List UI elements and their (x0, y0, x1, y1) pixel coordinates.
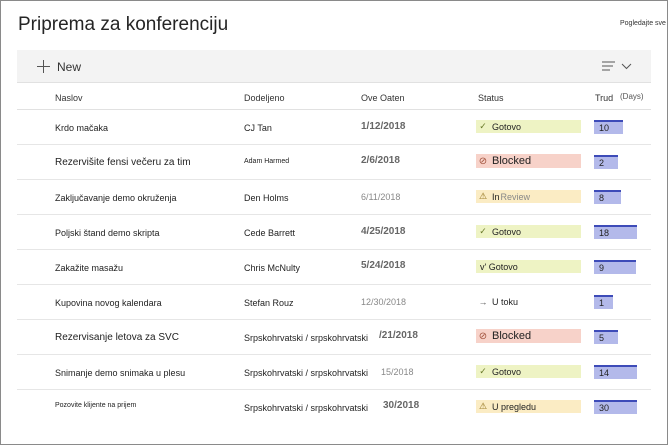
table-row[interactable]: Rezervišite fensi večeru za tim Adam Har… (17, 145, 651, 180)
command-bar: New (17, 50, 651, 83)
row-due-date: 4/25/2018 (361, 226, 406, 237)
table-row[interactable]: Pozovite klijente na prijem 30/2018 Srps… (17, 390, 651, 424)
column-header-effort[interactable]: Trud (595, 93, 613, 103)
effort-value: 14 (599, 368, 610, 378)
column-header-effort-unit: (Days) (620, 92, 644, 101)
row-assignee: Srpskohrvatski / srpskohrvatski (244, 333, 369, 343)
table-row[interactable]: Rezervisanje letova za SVC /21/2018 Srps… (17, 320, 651, 355)
column-header-status[interactable]: Status (478, 93, 504, 103)
row-title[interactable]: Zakažite masažu (55, 263, 123, 273)
row-assignee: Cede Barrett (244, 228, 296, 238)
status-label: Gotovo (492, 226, 522, 237)
status-label: v' Gotovo (480, 261, 518, 272)
effort-bar: 1 (594, 295, 613, 309)
effort-bar: 10 (594, 120, 623, 134)
effort-value: 30 (599, 403, 610, 413)
effort-bar: 8 (594, 190, 621, 204)
column-header-row: Naslov Dodeljeno Ove Oaten Status Trud (… (17, 82, 651, 110)
arrow-right-icon: → (478, 296, 488, 307)
row-due-date: 30/2018 (383, 400, 420, 411)
status-badge: ✓ Gotovo (476, 225, 581, 238)
status-label: U toku (492, 296, 519, 307)
row-assignee: Stefan Rouz (244, 298, 294, 308)
effort-value: 18 (599, 228, 610, 238)
row-assignee: Chris McNulty (244, 263, 301, 273)
row-title[interactable]: Krdo mačaka (55, 123, 108, 133)
row-due-date: 15/2018 (381, 367, 414, 377)
row-assignee: Den Holms (244, 193, 289, 203)
check-icon: ✓ (479, 226, 487, 236)
effort-bar: 14 (594, 365, 637, 379)
check-icon: ✓ (479, 121, 487, 131)
effort-bar: 18 (594, 225, 637, 239)
table-row[interactable]: Poljski štand demo skripta Cede Barrett … (17, 215, 651, 250)
blocked-icon: ⊘ (478, 330, 488, 342)
row-due-date: 12/30/2018 (361, 297, 407, 307)
status-label: Blocked (492, 330, 532, 342)
effort-bar: 30 (594, 400, 637, 414)
row-title[interactable]: Snimanje demo snimaka u plesu (55, 368, 185, 378)
status-badge: ⚠ In Review (476, 190, 581, 203)
status-badge: ⚠ U pregledu (476, 400, 581, 413)
effort-value: 5 (599, 333, 605, 343)
table-row[interactable]: Zaključavanje demo okruženja Den Holms 6… (17, 180, 651, 215)
status-badge: ✓ Gotovo (476, 365, 581, 378)
row-assignee: Adam Harmed (244, 158, 290, 165)
view-options-icon (602, 61, 632, 71)
row-title[interactable]: Rezervisanje letova za SVC (55, 332, 179, 343)
plus-icon (37, 60, 50, 73)
effort-value: 2 (599, 158, 605, 168)
status-label-b: Review (500, 191, 531, 202)
row-assignee: Srpskohrvatski / srpskohrvatski (244, 368, 369, 378)
warning-icon: ⚠ (478, 401, 488, 411)
row-title[interactable]: Rezervišite fensi večeru za tim (55, 157, 191, 168)
column-header-title[interactable]: Naslov (55, 93, 83, 103)
blocked-icon: ⊘ (478, 155, 488, 167)
effort-bar: 5 (594, 330, 618, 344)
row-due-date: 6/11/2018 (361, 192, 401, 202)
list-web-part: Priprema za konferenciju Pogledajte sve … (0, 0, 668, 445)
status-badge: → U toku (476, 295, 581, 308)
warning-icon: ⚠ (478, 191, 488, 201)
effort-value: 9 (599, 263, 605, 273)
status-badge: ✓ Gotovo (476, 120, 581, 133)
status-label: U pregledu (492, 401, 537, 412)
page-title: Priprema za konferenciju (18, 14, 229, 35)
row-assignee: CJ Tan (244, 123, 272, 133)
table-row[interactable]: Kupovina novog kalendara Stefan Rouz 12/… (17, 285, 651, 320)
new-button-label: New (57, 59, 82, 74)
new-button[interactable]: New (37, 58, 81, 75)
table-row[interactable]: Snimanje demo snimaka u plesu 15/2018 Sr… (17, 355, 651, 390)
status-label: Blocked (492, 155, 532, 167)
effort-value: 8 (599, 193, 605, 203)
row-title[interactable]: Kupovina novog kalendara (55, 298, 162, 308)
status-badge: ⊘ Blocked (476, 329, 581, 343)
status-label-a: In (492, 191, 500, 202)
effort-value: 10 (599, 123, 610, 133)
effort-value: 1 (599, 298, 605, 308)
row-title[interactable]: Poljski štand demo skripta (55, 228, 160, 238)
effort-bar: 9 (594, 260, 636, 274)
row-title[interactable]: Zaključavanje demo okruženja (55, 193, 177, 203)
check-icon: ✓ (479, 366, 487, 376)
see-all-link[interactable]: Pogledajte sve (620, 20, 666, 27)
table-row[interactable]: Krdo mačaka CJ Tan 1/12/2018 ✓ Gotovo 10 (17, 110, 651, 145)
view-options-button[interactable] (602, 60, 634, 73)
status-label: Gotovo (492, 121, 522, 132)
row-due-date: 1/12/2018 (361, 121, 406, 132)
status-label: Gotovo (492, 366, 522, 377)
row-due-date: /21/2018 (379, 330, 418, 341)
row-assignee: Srpskohrvatski / srpskohrvatski (244, 403, 369, 413)
row-due-date: 5/24/2018 (361, 260, 406, 271)
column-header-due[interactable]: Ove Oaten (361, 93, 405, 103)
row-due-date: 2/6/2018 (361, 155, 400, 166)
status-badge: ⊘ Blocked (476, 154, 581, 168)
column-header-assigned[interactable]: Dodeljeno (244, 93, 285, 103)
row-title[interactable]: Pozovite klijente na prijem (55, 402, 136, 409)
status-badge: v' Gotovo (476, 260, 581, 273)
effort-bar: 2 (594, 155, 618, 169)
table-row[interactable]: Zakažite masažu Chris McNulty 5/24/2018 … (17, 250, 651, 285)
